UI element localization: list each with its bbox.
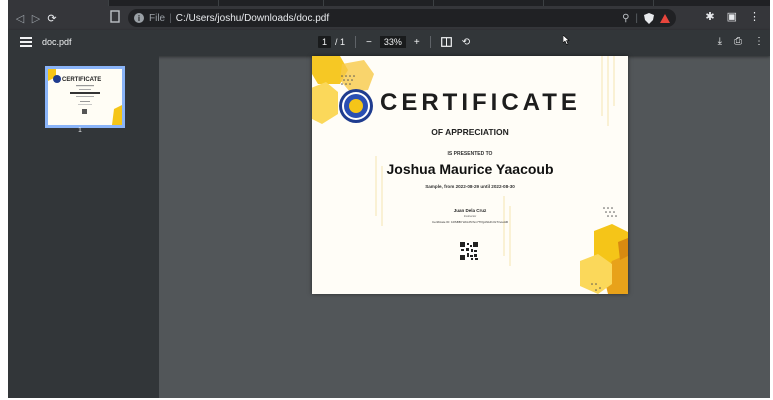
fit-page-icon[interactable] [440, 37, 452, 47]
signer-role: Instructor [463, 214, 477, 218]
url-separator: | [169, 12, 172, 24]
extensions-icon[interactable]: ✱ [705, 10, 714, 23]
qr-code [460, 242, 478, 260]
zoom-input[interactable]: 33% [379, 36, 406, 48]
reload-icon[interactable]: ⟳ [44, 10, 60, 26]
page-controls: 1 / 1 − 33% + ⟲ [318, 36, 470, 48]
url-text[interactable]: C:/Users/joshu/Downloads/doc.pdf [176, 13, 329, 24]
toolbar-divider [355, 36, 357, 48]
browser-window: ◁ ▷ ⟳ i File | C:/Users/joshu/Downloads/… [8, 0, 770, 398]
certificate-id: Certificate ID: 1RSBBYHKLPlzhm7TPgANHKzG… [431, 220, 509, 224]
mouse-cursor-icon [563, 35, 570, 45]
back-icon[interactable]: ◁ [12, 10, 28, 26]
rotate-icon[interactable]: ⟲ [462, 37, 470, 48]
omnibox-separator: | [635, 12, 638, 24]
menu-toggle-icon[interactable] [20, 37, 32, 47]
certificate-subtitle: OF APPRECIATION [431, 127, 509, 137]
download-icon[interactable]: ⤓ [718, 36, 722, 47]
certificate-description: Sample, from 2022-08-29 until 2022-08-30 [425, 184, 515, 189]
document-title: doc.pdf [42, 37, 72, 47]
presented-to-label: IS PRESENTED TO [447, 151, 493, 157]
pdf-toolbar: doc.pdf 1 / 1 − 33% + ⟲ ⤓ ⎙ ⋮ [8, 30, 770, 56]
file-scheme-label: File [149, 12, 166, 24]
brave-shield-icon[interactable] [644, 12, 654, 24]
omnibox[interactable]: i File | C:/Users/joshu/Downloads/doc.pd… [128, 9, 676, 27]
info-icon[interactable]: i [134, 13, 144, 23]
address-bar-row: ◁ ▷ ⟳ i File | C:/Users/joshu/Downloads/… [8, 6, 770, 30]
sidebar-icon[interactable]: ▣ [727, 10, 737, 23]
zoom-icon[interactable]: ⚲ [622, 13, 629, 24]
browser-actions: ✱ ▣ ⋮ [705, 10, 760, 23]
svg-text:CERTIFICATE: CERTIFICATE [62, 77, 101, 83]
zoom-in-button[interactable]: + [414, 37, 420, 48]
page-total: / 1 [335, 37, 346, 47]
thumbnail-sidebar: CERTIFICATE 1 [8, 56, 159, 398]
pdf-page: CERTIFICATE OF APPRECIATION IS PRESENTED… [312, 56, 628, 294]
thumbnail-preview: CERTIFICATE [48, 69, 122, 125]
omnibox-actions: ⚲ | [622, 9, 670, 27]
menu-icon[interactable]: ⋮ [749, 10, 760, 23]
pdf-toolbar-actions: ⤓ ⎙ ⋮ [718, 36, 764, 47]
thumbnail-page-number: 1 [78, 127, 82, 134]
forward-icon[interactable]: ▷ [28, 10, 44, 26]
signer-name: Juan Dela Cruz [453, 208, 487, 213]
zoom-out-button[interactable]: − [366, 37, 372, 48]
reading-list-icon[interactable] [110, 10, 120, 23]
rewards-icon[interactable] [660, 13, 670, 23]
print-icon[interactable]: ⎙ [734, 36, 742, 47]
certificate-title: CERTIFICATE [380, 89, 581, 116]
page-number-input[interactable]: 1 [318, 36, 332, 48]
toolbar-divider [429, 36, 431, 48]
recipient-name: Joshua Maurice Yaacoub [386, 161, 554, 177]
more-options-icon[interactable]: ⋮ [754, 36, 764, 47]
page-thumbnail[interactable]: CERTIFICATE [45, 66, 125, 128]
